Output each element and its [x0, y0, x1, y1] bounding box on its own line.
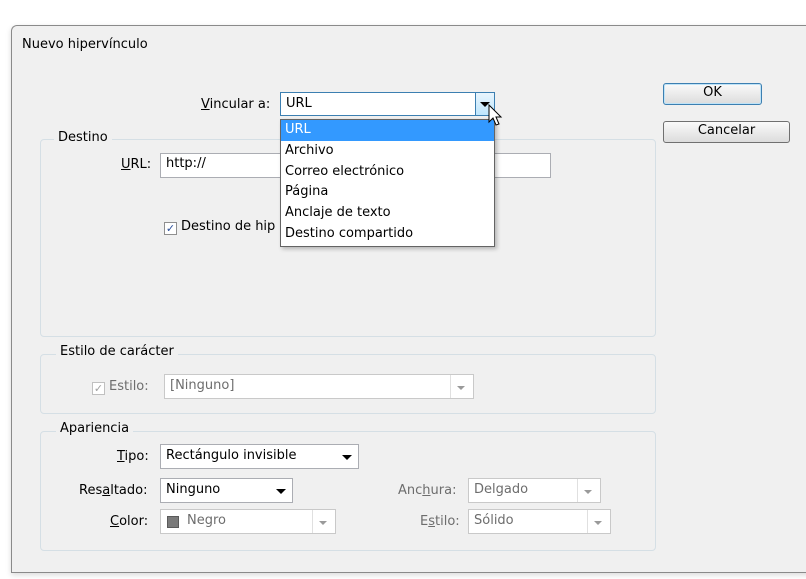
color-value: Negro	[187, 513, 226, 528]
tipo-label: Tipo:	[117, 449, 149, 464]
dropdown-option[interactable]: Archivo	[281, 141, 494, 162]
character-style-select[interactable]: [Ninguno]	[164, 374, 474, 399]
chevron-down-icon	[577, 479, 600, 502]
color-label: Color:	[110, 514, 149, 529]
character-style-checkbox-label: Estilo:	[109, 379, 149, 394]
destino-checkbox[interactable]: ✓	[164, 222, 177, 235]
dialog-titlebar: Nuevo hipervínculo	[12, 26, 806, 64]
destino-checkbox-label: Destino de hip	[181, 219, 276, 234]
estilo-label: Estilo:	[420, 514, 460, 529]
link-to-select[interactable]: URL	[280, 92, 495, 116]
character-style-checkbox[interactable]: ✓	[92, 382, 105, 395]
dropdown-option[interactable]: Destino compartido	[281, 224, 494, 245]
character-style-value: [Ninguno]	[170, 378, 235, 393]
url-label: URL:	[121, 157, 152, 172]
chevron-down-icon	[450, 375, 473, 398]
destino-group-label: Destino	[54, 130, 112, 145]
chevron-down-icon	[276, 489, 286, 494]
appearance-group-label: Apariencia	[56, 421, 134, 436]
resaltado-select[interactable]: Ninguno	[160, 478, 293, 503]
estilo-value: Sólido	[474, 513, 514, 528]
dropdown-option[interactable]: Correo electrónico	[281, 162, 494, 183]
cancel-button[interactable]: Cancelar	[663, 121, 790, 143]
link-to-dropdown-list: URL Archivo Correo electrónico Página An…	[280, 119, 495, 247]
tipo-select[interactable]: Rectángulo invisible	[160, 444, 359, 469]
estilo-select[interactable]: Sólido	[468, 509, 611, 534]
chevron-down-icon	[587, 510, 610, 533]
resaltado-value: Ninguno	[166, 482, 221, 497]
anchura-select[interactable]: Delgado	[468, 478, 601, 503]
chevron-down-icon	[312, 510, 335, 533]
dropdown-option[interactable]: Página	[281, 182, 494, 203]
chevron-down-icon	[342, 455, 352, 460]
color-select[interactable]: Negro	[160, 509, 336, 534]
dropdown-option[interactable]: Anclaje de texto	[281, 203, 494, 224]
color-swatch	[167, 516, 179, 528]
anchura-label: Anchura:	[398, 483, 457, 498]
character-style-group-label: Estilo de carácter	[56, 344, 178, 359]
ok-button[interactable]: OK	[663, 83, 762, 105]
link-to-label: Vincular a:	[201, 97, 271, 112]
tipo-value: Rectángulo invisible	[166, 448, 297, 463]
dropdown-option[interactable]: URL	[281, 120, 494, 141]
mouse-cursor-icon	[488, 104, 503, 126]
anchura-value: Delgado	[474, 482, 529, 497]
dialog-title: Nuevo hipervínculo	[22, 37, 148, 52]
new-hyperlink-dialog: Nuevo hipervínculo OK Cancelar Vincular …	[11, 25, 806, 573]
link-to-value: URL	[286, 96, 312, 111]
resaltado-label: Resaltado:	[79, 483, 148, 498]
